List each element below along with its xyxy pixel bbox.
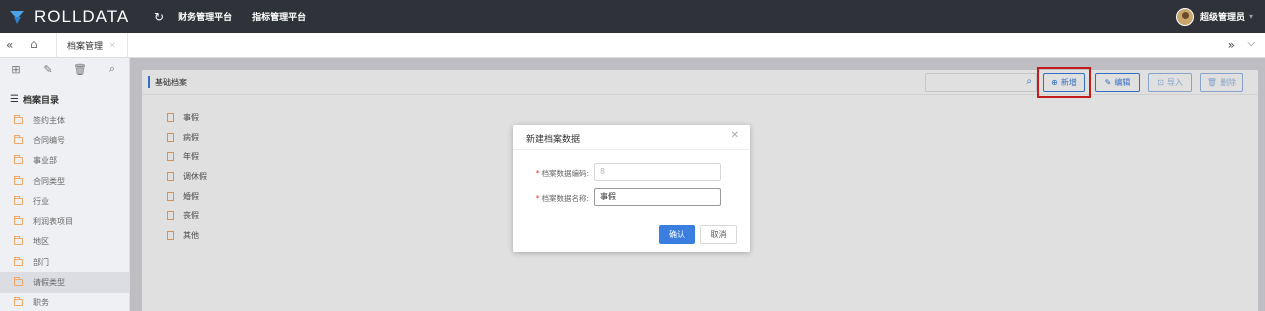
close-icon[interactable]: ✕ [731,130,739,141]
code-field-label: * 档案数据编码: [523,168,589,179]
folder-icon [14,114,23,124]
name-field-label: * 档案数据名称: [523,193,589,204]
divider [513,149,750,150]
logo-icon [8,8,26,26]
name-field[interactable]: 事假 [594,188,721,206]
avatar [1175,7,1194,26]
search-icon[interactable]: ⌕ [96,62,128,76]
brand-name: ROLLDATA [34,6,130,26]
refresh-icon[interactable]: ↻ [154,10,164,24]
folder-icon [14,134,23,144]
chevron-down-icon: ▾ [1248,12,1253,21]
dialog-title: 新建档案数据 [526,135,581,145]
sidebar-item-label: 合同类型 [33,176,65,186]
sidebar-heading-label: 档案目录 [22,95,59,106]
sidebar-item[interactable]: 行业 [0,191,129,211]
sidebar-item[interactable]: 地区 [0,232,129,252]
tab-archive-management[interactable]: 档案管理 ✕ [56,33,128,58]
sidebar-item-label: 利润表项目 [33,217,73,227]
folder-icon [14,155,23,165]
sidebar: ⊞ ✎ 🗑 ⌕ ☰ 档案目录 签约主体 合同编号 事业部 合同类型 行业 利润表… [0,58,130,311]
folder-icon [14,195,23,205]
sidebar-item-label: 地区 [33,237,49,247]
close-icon[interactable]: ✕ [109,41,116,50]
user-menu[interactable]: 超级管理员 ▾ [1175,0,1253,33]
code-field[interactable]: 8 [594,163,721,181]
home-icon[interactable]: ⌂ [30,37,38,51]
sidebar-item[interactable]: 部门 [0,252,129,272]
sidebar-item-label: 请假类型 [33,278,65,288]
chevron-down-icon[interactable]: ⌵ [1247,38,1255,49]
sidebar-item-label: 行业 [33,196,49,206]
sidebar-heading: ☰ 档案目录 [0,88,129,110]
tab-label: 档案管理 [67,42,104,52]
sidebar-toolbar: ⊞ ✎ 🗑 ⌕ [0,58,129,80]
confirm-button[interactable]: 确认 [659,225,695,244]
nav-link-metrics[interactable]: 指标管理平台 [252,10,306,23]
sidebar-item[interactable]: 签约主体 [0,110,129,130]
folder-icon [14,297,23,307]
sidebar-item-label: 事业部 [33,156,57,166]
sidebar-item-active[interactable]: 请假类型 [0,272,129,293]
collapse-icon[interactable]: « [6,38,13,52]
scroll-right-icon[interactable]: » [1228,38,1235,52]
tab-bar: « ⌂ 档案管理 ✕ » ⌵ [0,33,1265,58]
name-label-text: 档案数据名称: [541,194,589,203]
sidebar-item[interactable]: 职务 [0,293,129,311]
sidebar-item[interactable]: 利润表项目 [0,211,129,231]
sidebar-item-label: 签约主体 [33,115,65,125]
code-label-text: 档案数据编码: [541,169,589,178]
menu-icon: ☰ [10,93,19,105]
cancel-button[interactable]: 取消 [700,225,737,244]
sidebar-item-label: 部门 [33,257,49,267]
add-icon[interactable]: ⊞ [0,63,32,76]
folder-icon [14,216,23,226]
folder-icon [14,277,23,287]
sidebar-item[interactable]: 合同编号 [0,130,129,150]
required-mark: * [535,194,540,203]
user-name: 超级管理员 [1199,13,1245,23]
required-mark: * [535,169,540,178]
logo[interactable]: ROLLDATA [0,7,150,27]
top-bar: ROLLDATA ↻ 财务管理平台 指标管理平台 超级管理员 ▾ [0,0,1265,33]
folder-icon [14,236,23,246]
new-archive-dialog: 新建档案数据 ✕ * 档案数据编码: 8 * 档案数据名称: 事假 确认 取消 [513,125,750,252]
sidebar-item-label: 职务 [33,298,49,308]
edit-icon[interactable]: ✎ [32,63,64,76]
delete-icon[interactable]: 🗑 [64,63,96,76]
folder-icon [14,175,23,185]
sidebar-item[interactable]: 合同类型 [0,171,129,191]
sidebar-item-label: 合同编号 [33,135,65,145]
sidebar-item[interactable]: 事业部 [0,151,129,171]
folder-icon [14,256,23,266]
nav-link-finance[interactable]: 财务管理平台 [178,10,232,23]
